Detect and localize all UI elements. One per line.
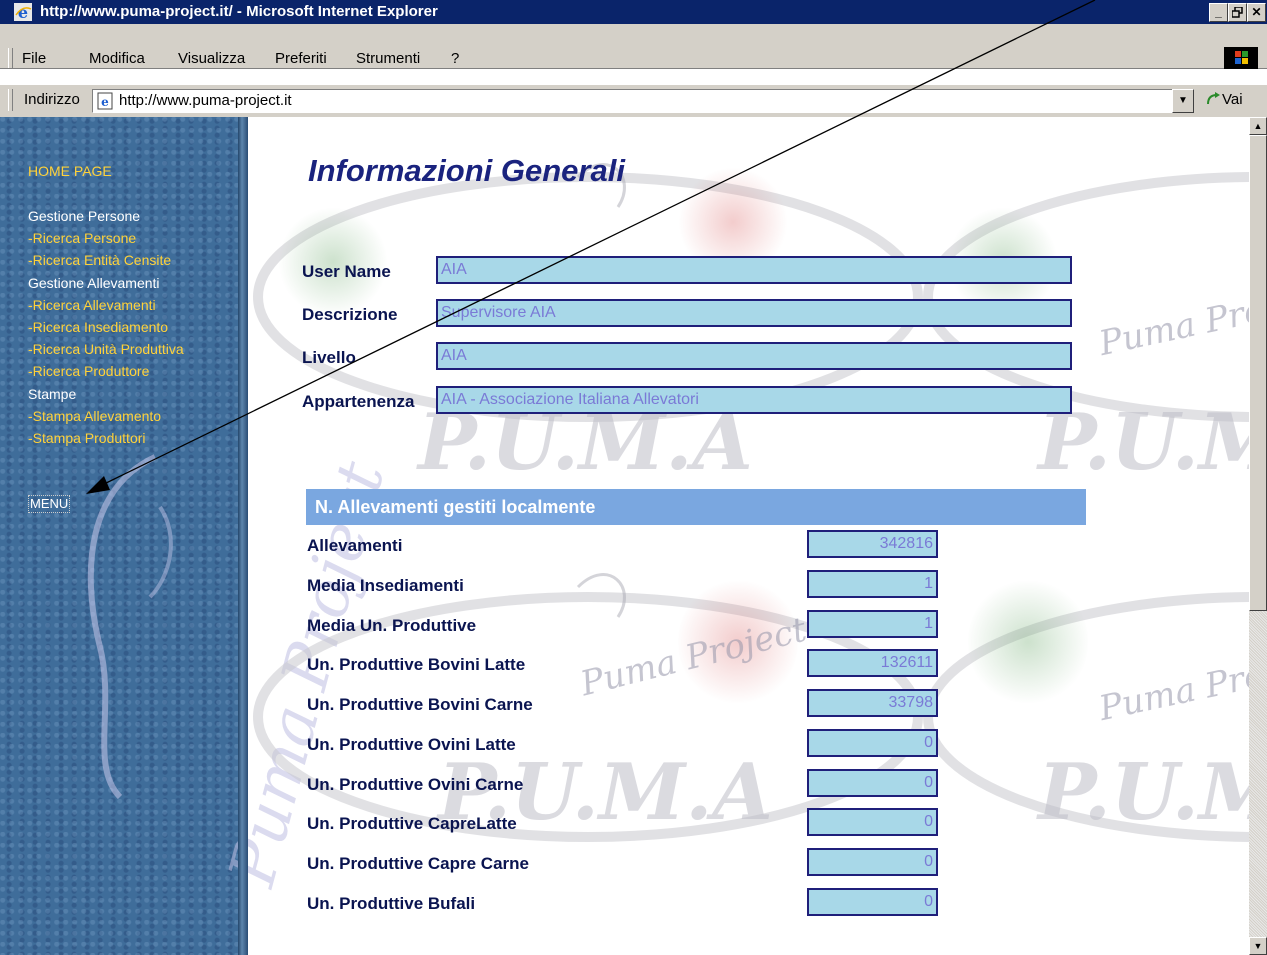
stat-label-ovini-latte: Un. Produttive Ovini Latte: [307, 735, 516, 754]
stat-field-media-insediamenti[interactable]: 1: [807, 570, 938, 598]
info-label-descrizione: Descrizione: [302, 305, 398, 324]
menu-preferiti[interactable]: Preferiti: [275, 48, 327, 70]
windows-logo-throbber: [1224, 47, 1258, 69]
user-name-field[interactable]: AIA: [436, 256, 1072, 284]
stat-field-bovini-latte[interactable]: 132611: [807, 649, 938, 677]
windows-flag-icon: [1235, 51, 1248, 64]
go-button[interactable]: Vai: [1206, 89, 1243, 111]
stat-field-capre-carne[interactable]: 0: [807, 848, 938, 876]
sidebar-edge: [238, 117, 248, 955]
sidebar: Puma Project HOME PAGE Gestione Persone …: [0, 117, 399, 955]
window-title: http://www.puma-project.it/ - Microsoft …: [40, 3, 438, 20]
stat-field-capre-latte[interactable]: 0: [807, 808, 938, 836]
descrizione-field[interactable]: Supervisore AIA: [436, 299, 1072, 327]
arrow-up-icon: ▲: [1253, 121, 1263, 131]
page-viewport: Puma Project HOME PAGE Gestione Persone …: [0, 117, 1249, 955]
stat-field-ovini-latte[interactable]: 0: [807, 729, 938, 757]
address-dropdown-button[interactable]: ▼: [1172, 89, 1194, 113]
stat-label-media-un-produttive: Media Un. Produttive: [307, 616, 477, 635]
go-label: Vai: [1222, 91, 1243, 108]
info-label-livello: Livello: [302, 348, 356, 367]
section-header: N. Allevamenti gestiti localmente: [306, 489, 1086, 525]
nav-heading-gestione-allevamenti: Gestione Allevamenti: [28, 275, 160, 291]
menu-file[interactable]: File: [22, 48, 46, 70]
stat-label-media-insediamenti: Media Insediamenti: [307, 576, 464, 595]
info-label-appartenenza: Appartenenza: [302, 392, 415, 411]
menu-bar: File Modifica Visualizza Preferiti Strum…: [0, 24, 1267, 69]
nav-link-ricerca-insediamento[interactable]: -Ricerca Insediamento: [28, 317, 168, 337]
menu-help[interactable]: ?: [451, 48, 459, 70]
address-label: Indirizzo: [24, 91, 80, 108]
puma-logo-swirl: [87, 454, 173, 800]
nav-link-ricerca-entita-censite[interactable]: -Ricerca Entità Censite: [28, 250, 171, 270]
toolbar-grip[interactable]: [8, 48, 13, 68]
info-label-user-name: User Name: [302, 262, 391, 281]
nav-link-stampa-allevamento[interactable]: -Stampa Allevamento: [28, 406, 161, 426]
address-bar: Indirizzo e http://www.puma-project.it ▼…: [0, 84, 1267, 118]
stat-field-media-un-produttive[interactable]: 1: [807, 610, 938, 638]
nav-heading-stampe: Stampe: [28, 386, 77, 402]
appartenenza-field[interactable]: AIA - Associazione Italiana Allevatori: [436, 386, 1072, 414]
stat-label-bovini-latte: Un. Produttive Bovini Latte: [307, 655, 526, 674]
scroll-down-button[interactable]: ▼: [1249, 937, 1267, 955]
watermark-puma-text: P.U.M: [1038, 747, 1249, 838]
stat-label-allevamenti: Allevamenti: [307, 536, 403, 555]
page-icon: e: [97, 92, 113, 110]
stat-field-bufali[interactable]: 0: [807, 888, 938, 916]
scroll-up-button[interactable]: ▲: [1249, 117, 1267, 135]
menu-modifica[interactable]: Modifica: [89, 48, 145, 70]
nav-link-stampa-produttori[interactable]: -Stampa Produttori: [28, 428, 146, 448]
nav-link-ricerca-unita-produttiva[interactable]: -Ricerca Unità Produttiva: [28, 339, 184, 359]
stat-label-capre-latte: Un. Produttive CapreLatte: [307, 814, 517, 833]
address-bar-grip[interactable]: [8, 89, 13, 111]
chevron-down-icon: ▼: [1178, 95, 1188, 106]
internet-explorer-icon: e: [14, 3, 32, 21]
close-button[interactable]: ✕: [1247, 3, 1266, 22]
scroll-thumb[interactable]: [1249, 135, 1267, 611]
stat-label-capre-carne: Un. Produttive Capre Carne: [307, 854, 529, 873]
page-title: Informazioni Generali: [308, 153, 625, 188]
livello-field[interactable]: AIA: [436, 342, 1072, 370]
watermark-green-blob: [968, 577, 1088, 707]
nav-link-ricerca-allevamenti[interactable]: -Ricerca Allevamenti: [28, 295, 156, 315]
stat-label-bufali: Un. Produttive Bufali: [307, 894, 476, 913]
stat-field-allevamenti[interactable]: 342816: [807, 530, 938, 558]
restore-icon: [1231, 6, 1243, 18]
vertical-scrollbar[interactable]: ▲ ▼: [1249, 117, 1267, 955]
nav-heading-gestione-persone: Gestione Persone: [28, 208, 141, 224]
stat-field-bovini-carne[interactable]: 33798: [807, 689, 938, 717]
arrow-down-icon: ▼: [1253, 941, 1263, 951]
menu-strumenti[interactable]: Strumenti: [356, 48, 420, 70]
home-page-link[interactable]: HOME PAGE: [28, 161, 112, 181]
stat-label-bovini-carne: Un. Produttive Bovini Carne: [307, 695, 533, 714]
menu-button[interactable]: MENU: [28, 495, 71, 513]
address-url: http://www.puma-project.it: [119, 92, 292, 109]
maximize-button[interactable]: [1228, 3, 1247, 22]
nav-link-ricerca-produttore[interactable]: -Ricerca Produttore: [28, 361, 149, 381]
stat-label-ovini-carne: Un. Produttive Ovini Carne: [307, 775, 524, 794]
address-input[interactable]: e http://www.puma-project.it: [92, 89, 1174, 113]
window-title-bar[interactable]: e http://www.puma-project.it/ - Microsof…: [0, 0, 1267, 24]
go-arrow-icon: [1207, 92, 1220, 105]
menu-visualizza[interactable]: Visualizza: [178, 48, 245, 70]
stat-field-ovini-carne[interactable]: 0: [807, 769, 938, 797]
nav-link-ricerca-persone[interactable]: -Ricerca Persone: [28, 228, 136, 248]
minimize-button[interactable]: _: [1209, 3, 1228, 22]
svg-text:e: e: [101, 95, 109, 109]
